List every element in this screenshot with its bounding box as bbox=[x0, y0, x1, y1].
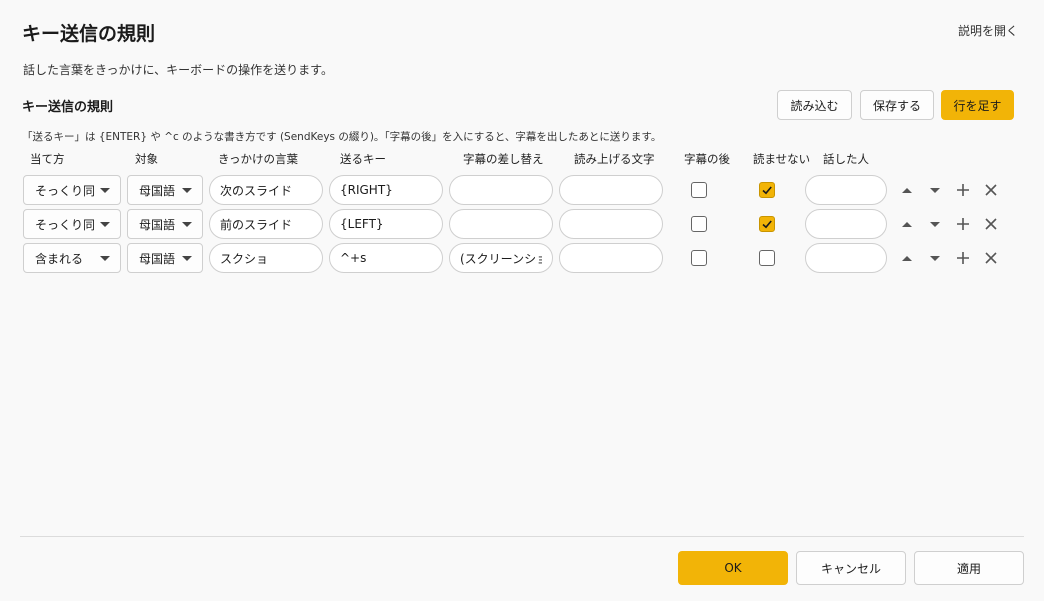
column-header-trigger: きっかけの言葉 bbox=[218, 152, 299, 166]
column-header-after-subtitle: 字幕の後 bbox=[684, 152, 730, 166]
column-header-target: 対象 bbox=[135, 152, 158, 166]
match-mode-select[interactable]: そっくり同じ bbox=[23, 175, 121, 205]
trigger-input[interactable] bbox=[209, 243, 323, 273]
close-icon[interactable] bbox=[983, 216, 999, 232]
column-header-readout: 読み上げる文字 bbox=[574, 152, 655, 166]
apply-button[interactable]: 適用 bbox=[914, 551, 1024, 585]
caret-down-icon[interactable] bbox=[927, 216, 943, 232]
match-mode-value: 含まれる bbox=[35, 251, 84, 266]
table-row: 含まれる 母国語 bbox=[0, 243, 1044, 273]
subtitle-replace-input[interactable] bbox=[449, 175, 553, 205]
chevron-down-icon bbox=[182, 188, 192, 193]
subtitle-replace-input[interactable] bbox=[449, 209, 553, 239]
caret-up-icon[interactable] bbox=[899, 182, 915, 198]
close-icon[interactable] bbox=[983, 250, 999, 266]
target-select[interactable]: 母国語 bbox=[127, 243, 203, 273]
readout-input[interactable] bbox=[559, 243, 663, 273]
column-header-speaker: 話した人 bbox=[823, 152, 869, 166]
plus-icon[interactable] bbox=[955, 216, 971, 232]
chevron-down-icon bbox=[100, 222, 110, 227]
table-row: そっくり同じ 母国語 bbox=[0, 209, 1044, 239]
ok-button[interactable]: OK bbox=[678, 551, 788, 585]
section-title: キー送信の規則 bbox=[22, 100, 114, 115]
speaker-input[interactable] bbox=[805, 175, 887, 205]
save-button[interactable]: 保存する bbox=[860, 90, 934, 120]
column-header-match: 当て方 bbox=[30, 152, 65, 166]
mute-checkbox[interactable] bbox=[759, 216, 775, 232]
chevron-down-icon bbox=[182, 256, 192, 261]
syntax-note: 「送るキー」は {ENTER} や ^c のような書き方です (SendKeys… bbox=[22, 131, 662, 143]
target-select[interactable]: 母国語 bbox=[127, 209, 203, 239]
after-subtitle-checkbox[interactable] bbox=[691, 250, 707, 266]
trigger-input[interactable] bbox=[209, 209, 323, 239]
page-description: 話した言葉をきっかけに、キーボードの操作を送ります。 bbox=[23, 63, 333, 77]
target-select[interactable]: 母国語 bbox=[127, 175, 203, 205]
target-value: 母国語 bbox=[139, 217, 175, 232]
plus-icon[interactable] bbox=[955, 182, 971, 198]
trigger-input[interactable] bbox=[209, 175, 323, 205]
caret-up-icon[interactable] bbox=[899, 250, 915, 266]
help-link[interactable]: 説明を開く bbox=[958, 22, 1018, 39]
mute-checkbox[interactable] bbox=[759, 250, 775, 266]
cancel-button[interactable]: キャンセル bbox=[796, 551, 906, 585]
keys-input[interactable] bbox=[329, 243, 443, 273]
after-subtitle-checkbox[interactable] bbox=[691, 216, 707, 232]
chevron-down-icon bbox=[100, 188, 110, 193]
close-icon[interactable] bbox=[983, 182, 999, 198]
column-header-keys: 送るキー bbox=[340, 152, 386, 166]
column-header-subtitle-replace: 字幕の差し替え bbox=[463, 152, 544, 166]
load-button[interactable]: 読み込む bbox=[777, 90, 852, 120]
caret-down-icon[interactable] bbox=[927, 182, 943, 198]
caret-down-icon[interactable] bbox=[927, 250, 943, 266]
speaker-input[interactable] bbox=[805, 243, 887, 273]
match-mode-select[interactable]: そっくり同じ bbox=[23, 209, 121, 239]
page-title: キー送信の規則 bbox=[22, 23, 156, 45]
plus-icon[interactable] bbox=[955, 250, 971, 266]
match-mode-value: そっくり同じ bbox=[35, 217, 97, 232]
mute-checkbox[interactable] bbox=[759, 182, 775, 198]
chevron-down-icon bbox=[182, 222, 192, 227]
add-row-button[interactable]: 行を足す bbox=[941, 90, 1014, 120]
keys-input[interactable] bbox=[329, 175, 443, 205]
after-subtitle-checkbox[interactable] bbox=[691, 182, 707, 198]
chevron-down-icon bbox=[100, 256, 110, 261]
match-mode-value: そっくり同じ bbox=[35, 183, 97, 198]
target-value: 母国語 bbox=[139, 251, 175, 266]
column-header-mute: 読ませない bbox=[753, 152, 811, 166]
footer-divider bbox=[20, 536, 1024, 537]
target-value: 母国語 bbox=[139, 183, 175, 198]
caret-up-icon[interactable] bbox=[899, 216, 915, 232]
readout-input[interactable] bbox=[559, 209, 663, 239]
subtitle-replace-input[interactable] bbox=[449, 243, 553, 273]
speaker-input[interactable] bbox=[805, 209, 887, 239]
match-mode-select[interactable]: 含まれる bbox=[23, 243, 121, 273]
readout-input[interactable] bbox=[559, 175, 663, 205]
keys-input[interactable] bbox=[329, 209, 443, 239]
table-row: そっくり同じ 母国語 bbox=[0, 175, 1044, 205]
